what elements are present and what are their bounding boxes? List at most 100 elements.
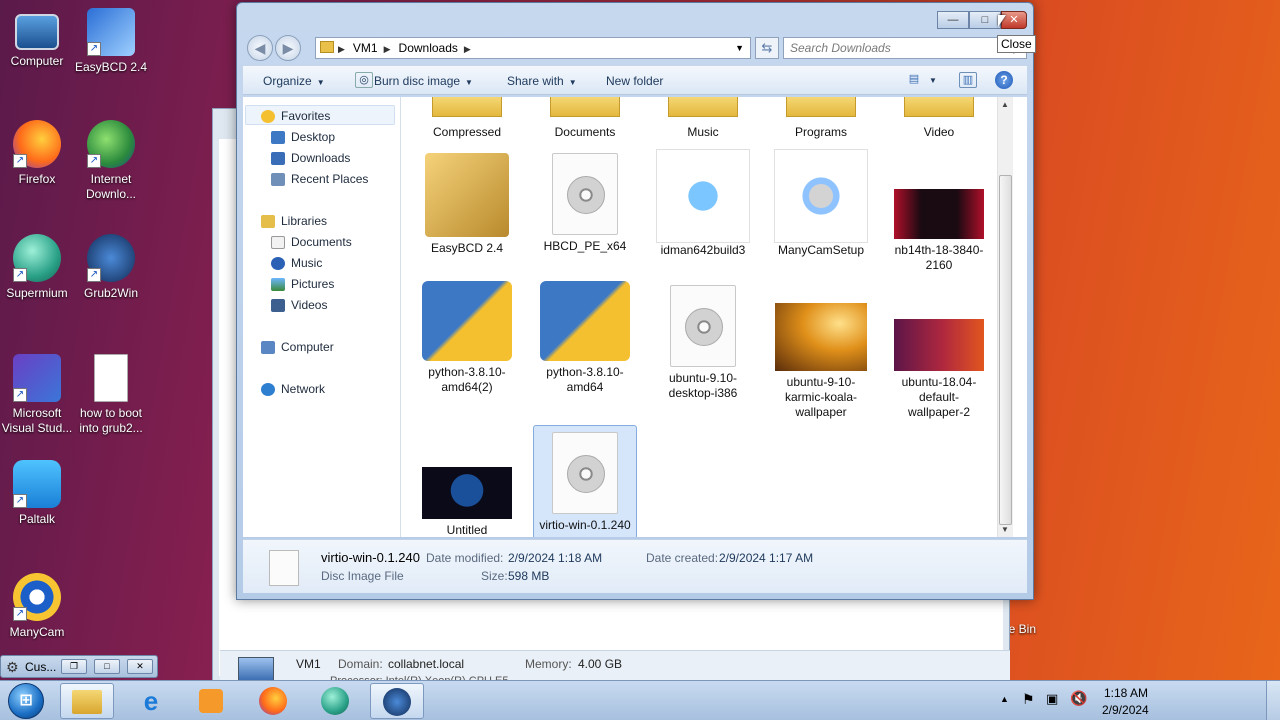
folder-item[interactable]: Programs <box>767 97 875 140</box>
file-item[interactable]: HBCD_PE_x64 <box>531 153 639 254</box>
volume-muted-icon[interactable]: 🔇 <box>1070 690 1087 707</box>
nav-label: Network <box>281 382 326 396</box>
easybcd-icon: ↗ <box>87 8 135 56</box>
back-button[interactable]: ◀ <box>247 35 273 61</box>
share-with-button[interactable]: Share with ▼ <box>507 74 577 88</box>
forward-button[interactable]: ▶ <box>275 35 301 61</box>
taskbar-supermium[interactable] <box>308 683 362 719</box>
easybcd-installer-icon <box>425 153 509 237</box>
folder-item[interactable]: Documents <box>531 97 639 140</box>
nav-computer[interactable]: Computer <box>261 338 334 357</box>
address-bar[interactable]: ▶ VM1 ▶ Downloads ▶ ▼ <box>315 37 751 59</box>
explorer-window[interactable]: — □ ✕ ◀ ▶ ▶ VM1 ▶ Downloads ▶ ▼ ⇆ Search Dow… <box>236 2 1034 600</box>
desktop-icon-text-file[interactable]: how to boot into grub2... <box>74 354 148 436</box>
file-item[interactable]: EasyBCD 2.4 <box>413 153 521 256</box>
scroll-up-icon[interactable]: ▲ <box>1001 100 1009 109</box>
preview-pane-icon[interactable]: ▥ <box>959 72 977 88</box>
shortcut-arrow-icon: ↗ <box>87 154 101 168</box>
breadcrumb-downloads[interactable]: Downloads <box>399 38 458 58</box>
close-button[interactable]: ✕ <box>127 659 153 674</box>
file-label: ubuntu-9-10-karmic-koala-wallpaper <box>784 375 857 419</box>
clock-date[interactable]: 2/9/2024 <box>1102 703 1149 717</box>
memory-label: Memory: <box>525 657 572 671</box>
desktop-icon-label: Supermium <box>6 286 68 300</box>
chevron-right-icon: ▶ <box>463 44 471 54</box>
flag-icon[interactable]: ⚑ <box>1022 691 1035 708</box>
desktop-icon-manycam[interactable]: ↗ ManyCam <box>0 573 74 640</box>
desktop-icon-paltalk[interactable]: ↗ Paltalk <box>0 460 74 527</box>
file-item-selected[interactable]: virtio-win-0.1.240 <box>533 425 637 537</box>
file-label: Compressed <box>432 125 502 139</box>
taskbar-media-player[interactable] <box>184 683 238 719</box>
file-item[interactable]: ManyCamSetup <box>767 149 875 258</box>
desktop-icon-label: Paltalk <box>18 512 56 526</box>
folder-item[interactable]: Compressed <box>413 97 521 140</box>
new-folder-button[interactable]: New folder <box>606 74 663 88</box>
desktop-icon-label: Computer <box>10 54 64 68</box>
grub2win-icon: ↗ <box>87 234 135 282</box>
maximize-button[interactable]: □ <box>94 659 120 674</box>
burn-disc-image-button[interactable]: Burn disc image ▼ <box>374 74 473 88</box>
file-item[interactable]: python-3.8.10-amd64(2) <box>413 281 521 395</box>
desktop-icon-idm[interactable]: ↗ Internet Downlo... <box>74 120 148 202</box>
file-item[interactable]: ubuntu-18.04-default-wallpaper-2 <box>885 319 993 420</box>
show-desktop-button[interactable] <box>1266 681 1280 720</box>
nav-favorites[interactable]: Favorites <box>261 107 330 126</box>
nav-desktop[interactable]: Desktop <box>271 128 335 147</box>
refresh-button[interactable]: ⇆ <box>755 37 779 59</box>
clock-time[interactable]: 1:18 AM <box>1104 686 1148 700</box>
folder-icon <box>320 41 334 53</box>
view-options-icon[interactable]: ▤ <box>905 72 923 88</box>
nav-network[interactable]: Network <box>261 380 325 399</box>
search-input[interactable]: Search Downloads ⌕ <box>783 37 1027 59</box>
file-item[interactable]: idman642build3 <box>649 149 757 258</box>
show-hidden-icons[interactable]: ▲ <box>1000 694 1009 704</box>
desktop-icon-firefox[interactable]: ↗ Firefox <box>0 120 74 187</box>
file-item[interactable]: Untitled <box>413 467 521 537</box>
nav-documents[interactable]: Documents <box>271 233 352 252</box>
nav-videos[interactable]: Videos <box>271 296 327 315</box>
taskbar-firefox[interactable] <box>246 683 300 719</box>
folder-item[interactable]: Music <box>649 97 757 140</box>
file-label: EasyBCD 2.4 <box>430 241 504 255</box>
music-icon <box>271 257 285 271</box>
start-button[interactable]: ⊞ <box>8 683 44 719</box>
nav-pictures[interactable]: Pictures <box>271 275 334 294</box>
desktop-icon-supermium[interactable]: ↗ Supermium <box>0 234 74 301</box>
created-label: Date created: <box>646 551 719 565</box>
vertical-scrollbar[interactable]: ▲ ▼ <box>997 97 1013 537</box>
nav-recent-places[interactable]: Recent Places <box>271 170 368 189</box>
view-dropdown[interactable]: ▼ <box>929 76 937 85</box>
minimized-window[interactable]: ⚙ Cus... ❐ □ ✕ <box>0 655 158 678</box>
desktop-icon-easybcd[interactable]: ↗ EasyBCD 2.4 <box>74 8 148 75</box>
network-icon <box>261 383 275 397</box>
file-item[interactable]: ubuntu-9-10-karmic-koala-wallpaper <box>767 303 875 420</box>
file-item[interactable]: ubuntu-9.10-desktop-i386 <box>649 285 757 401</box>
help-icon[interactable]: ? <box>995 71 1013 89</box>
maximize-button[interactable]: □ <box>969 11 1001 29</box>
folder-item[interactable]: Video <box>885 97 993 140</box>
documents-icon <box>271 236 285 250</box>
desktop-icon-computer[interactable]: Computer <box>0 8 74 69</box>
minimize-button[interactable]: — <box>937 11 969 29</box>
breadcrumb-vm1[interactable]: VM1 <box>353 38 378 58</box>
taskbar-grub2win[interactable] <box>370 683 424 719</box>
burn-label: Burn disc image <box>374 74 461 88</box>
taskbar-internet-explorer[interactable]: e <box>124 683 178 719</box>
nav-music[interactable]: Music <box>271 254 322 273</box>
desktop-icon-grub2win[interactable]: ↗ Grub2Win <box>74 234 148 301</box>
command-bar: Organize ▼ ◎ Burn disc image ▼ Share with ▼… <box>243 65 1027 95</box>
nav-libraries[interactable]: Libraries <box>261 212 327 231</box>
file-item[interactable]: nb14th-18-3840-2160 <box>885 189 993 273</box>
network-icon[interactable]: ▣ <box>1046 691 1058 707</box>
nav-downloads[interactable]: Downloads <box>271 149 350 168</box>
organize-button[interactable]: Organize ▼ <box>263 74 325 88</box>
taskbar-explorer[interactable] <box>60 683 114 719</box>
file-item[interactable]: python-3.8.10-amd64 <box>531 281 639 395</box>
scroll-down-icon[interactable]: ▼ <box>1001 525 1009 534</box>
restore-button[interactable]: ❐ <box>61 659 87 674</box>
chevron-down-icon[interactable]: ▼ <box>735 38 744 58</box>
scroll-thumb[interactable] <box>999 175 1012 525</box>
desktop-icon-visual-studio[interactable]: ↗ Microsoft Visual Stud... <box>0 354 74 436</box>
desktop-icon-label: EasyBCD 2.4 <box>74 60 148 74</box>
